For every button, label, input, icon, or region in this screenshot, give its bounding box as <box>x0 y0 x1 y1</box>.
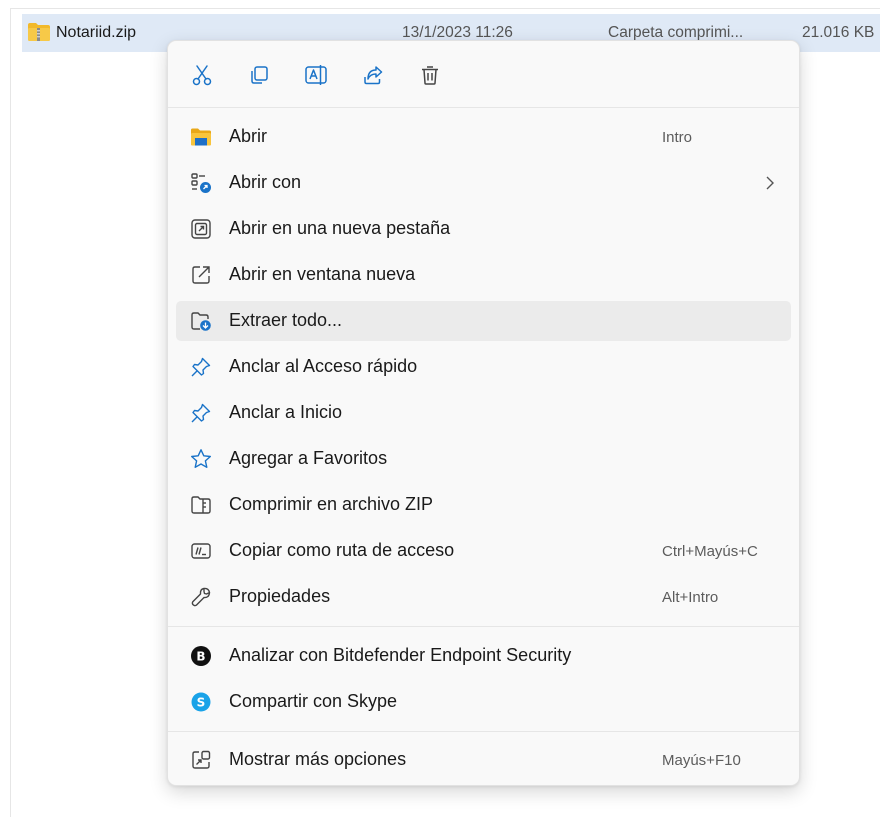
rename-icon <box>304 64 328 86</box>
folder-open-icon <box>190 126 212 148</box>
open-with-icon <box>190 172 212 194</box>
menu-item-anclar-inicio[interactable]: Anclar a Inicio <box>176 393 791 433</box>
extract-icon <box>190 310 212 332</box>
copy-button[interactable] <box>243 59 275 91</box>
file-size: 21.016 KB <box>802 24 875 41</box>
menu-item-label: Copiar como ruta de acceso <box>229 540 455 560</box>
skype-icon: S <box>190 691 212 713</box>
context-menu-toolbar <box>168 41 799 107</box>
menu-item-label: Abrir <box>229 126 268 146</box>
menu-item-label: Anclar a Inicio <box>229 402 343 422</box>
svg-text:B: B <box>196 650 205 664</box>
menu-item-extraer-todo[interactable]: Extraer todo... <box>176 301 791 341</box>
menu-item-abrir-nueva-pestana[interactable]: Abrir en una nueva pestaña <box>176 209 791 249</box>
menu-item-skype[interactable]: S Compartir con Skype <box>176 682 791 722</box>
pin-icon <box>190 356 212 378</box>
menu-item-bitdefender[interactable]: B Analizar con Bitdefender Endpoint Secu… <box>176 636 791 676</box>
scissors-icon <box>191 64 213 86</box>
svg-text:S: S <box>197 696 206 710</box>
wrench-icon <box>190 586 212 608</box>
cut-button[interactable] <box>186 59 218 91</box>
menu-item-label: Propiedades <box>229 586 331 606</box>
menu-item-label: Comprimir en archivo ZIP <box>229 494 434 514</box>
menu-item-shortcut: Ctrl+Mayús+C <box>662 543 758 560</box>
more-options-icon <box>190 749 212 771</box>
zip-icon <box>190 494 212 516</box>
menu-item-shortcut: Alt+Intro <box>662 589 719 606</box>
menu-item-label: Abrir en una nueva pestaña <box>229 218 451 238</box>
menu-item-abrir[interactable]: Abrir Intro <box>176 117 791 157</box>
copy-path-icon <box>190 540 212 562</box>
menu-item-shortcut: Intro <box>662 129 693 146</box>
menu-item-label: Anclar al Acceso rápido <box>229 356 418 376</box>
menu-item-label: Extraer todo... <box>229 310 343 330</box>
file-name[interactable]: Notariid.zip <box>56 24 136 42</box>
rename-button[interactable] <box>300 59 332 91</box>
menu-item-label: Mostrar más opciones <box>229 749 407 769</box>
menu-item-label: Agregar a Favoritos <box>229 448 388 468</box>
menu-separator <box>168 107 799 108</box>
menu-item-propiedades[interactable]: Propiedades Alt+Intro <box>176 577 791 617</box>
menu-item-label: Compartir con Skype <box>229 691 398 711</box>
menu-item-mostrar-mas-opciones[interactable]: Mostrar más opciones Mayús+F10 <box>176 740 791 780</box>
menu-item-label: Analizar con Bitdefender Endpoint Securi… <box>229 645 572 665</box>
share-icon <box>362 64 384 86</box>
new-tab-icon <box>190 218 212 240</box>
trash-icon <box>419 64 441 86</box>
new-window-icon <box>190 264 212 286</box>
menu-separator <box>168 731 799 732</box>
context-menu: Abrir Intro Abrir con Abrir en una nueva… <box>167 40 800 786</box>
delete-button[interactable] <box>414 59 446 91</box>
zip-folder-icon <box>27 22 51 42</box>
menu-item-shortcut: Mayús+F10 <box>662 752 741 769</box>
chevron-right-icon <box>763 175 777 191</box>
star-icon <box>190 448 212 470</box>
menu-item-label: Abrir con <box>229 172 302 192</box>
menu-item-abrir-ventana-nueva[interactable]: Abrir en ventana nueva <box>176 255 791 295</box>
menu-item-comprimir-zip[interactable]: Comprimir en archivo ZIP <box>176 485 791 525</box>
copy-icon <box>248 64 270 86</box>
menu-item-agregar-favoritos[interactable]: Agregar a Favoritos <box>176 439 791 479</box>
menu-item-anclar-acceso-rapido[interactable]: Anclar al Acceso rápido <box>176 347 791 387</box>
menu-item-copiar-ruta[interactable]: Copiar como ruta de acceso Ctrl+Mayús+C <box>176 531 791 571</box>
pin-icon <box>190 402 212 424</box>
menu-separator <box>168 626 799 627</box>
menu-item-abrir-con[interactable]: Abrir con <box>176 163 791 203</box>
bitdefender-icon: B <box>190 645 212 667</box>
menu-item-label: Abrir en ventana nueva <box>229 264 416 284</box>
share-button[interactable] <box>357 59 389 91</box>
